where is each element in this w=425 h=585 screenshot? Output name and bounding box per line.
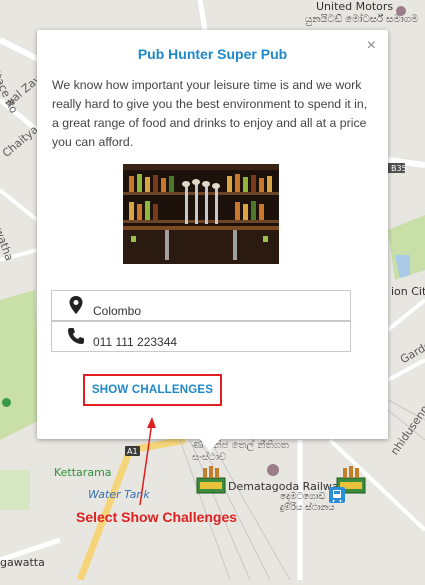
annotation-arrow [139, 417, 156, 506]
annotation-text: Select Show Challenges [76, 509, 238, 525]
